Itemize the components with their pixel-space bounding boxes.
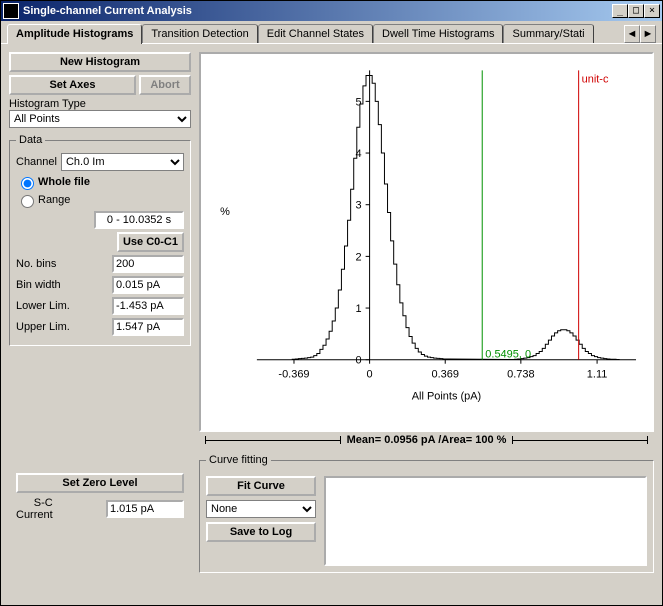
fit-curve-button[interactable]: Fit Curve: [206, 476, 316, 496]
svg-text:1.11: 1.11: [587, 369, 608, 381]
tab-transition-detection[interactable]: Transition Detection: [142, 24, 257, 43]
channel-select[interactable]: Ch.0 Im: [61, 153, 184, 171]
svg-text:0: 0: [356, 355, 362, 367]
use-cursors-button[interactable]: Use C0-C1: [117, 232, 184, 252]
lower-lim-label: Lower Lim.: [16, 300, 70, 312]
data-legend: Data: [16, 134, 45, 146]
range-radio[interactable]: [21, 195, 34, 208]
curve-fitting-legend: Curve fitting: [206, 454, 271, 466]
minimize-button[interactable]: _: [612, 4, 628, 18]
svg-text:-0.369: -0.369: [278, 369, 309, 381]
no-bins-input[interactable]: [112, 255, 184, 273]
svg-text:0.5495, 0: 0.5495, 0: [485, 349, 531, 361]
svg-text:1: 1: [356, 303, 362, 315]
tab-scroll-arrows: ◄ ►: [624, 25, 656, 43]
curve-fitting-fieldset: Curve fitting Fit Curve None Save to Log: [199, 454, 654, 573]
svg-text:2: 2: [356, 251, 362, 263]
close-button[interactable]: ×: [644, 4, 660, 18]
svg-text:unit-c: unit-c: [582, 73, 609, 85]
tab-edit-channel-states[interactable]: Edit Channel States: [258, 24, 373, 43]
set-axes-button[interactable]: Set Axes: [9, 75, 136, 95]
svg-text:%: %: [220, 206, 230, 218]
svg-text:0: 0: [367, 369, 373, 381]
tab-bar: Amplitude Histograms Transition Detectio…: [1, 21, 662, 44]
tab-scroll-right[interactable]: ►: [640, 25, 656, 43]
sc-label-2: Current: [16, 509, 53, 521]
data-fieldset: Data Channel Ch.0 Im Whole file Range: [9, 134, 191, 346]
bin-width-label: Bin width: [16, 279, 61, 291]
mean-text: Mean= 0.0956 pA /Area= 100 %: [347, 434, 507, 446]
range-input[interactable]: [94, 211, 184, 229]
maximize-button[interactable]: □: [628, 4, 644, 18]
histogram-chart[interactable]: 012345-0.36900.3690.7381.110.5495, 0unit…: [199, 52, 654, 432]
whole-file-radio[interactable]: [21, 177, 34, 190]
save-to-log-button[interactable]: Save to Log: [206, 522, 316, 542]
svg-text:3: 3: [356, 200, 362, 212]
app-window: Single-channel Current Analysis _ □ × Am…: [0, 0, 663, 606]
new-histogram-button[interactable]: New Histogram: [9, 52, 191, 72]
range-label: Range: [38, 194, 70, 206]
svg-text:0.369: 0.369: [431, 369, 458, 381]
svg-text:0.738: 0.738: [507, 369, 534, 381]
curve-log-output[interactable]: [324, 476, 647, 566]
upper-lim-input[interactable]: [112, 318, 184, 336]
histogram-type-label: Histogram Type: [9, 98, 187, 110]
svg-text:5: 5: [356, 96, 362, 108]
tab-dwell-time-histograms[interactable]: Dwell Time Histograms: [373, 24, 503, 43]
whole-file-label: Whole file: [38, 176, 90, 188]
tab-summary[interactable]: Summary/Stati: [503, 24, 593, 43]
mean-area-bar: Mean= 0.0956 pA /Area= 100 %: [199, 432, 654, 448]
titlebar[interactable]: Single-channel Current Analysis _ □ ×: [1, 1, 662, 21]
svg-text:All Points (pA): All Points (pA): [412, 391, 482, 403]
upper-lim-label: Upper Lim.: [16, 321, 70, 333]
abort-button[interactable]: Abort: [139, 75, 191, 95]
tab-amplitude-histograms[interactable]: Amplitude Histograms: [7, 24, 142, 44]
app-icon: [3, 3, 19, 19]
curve-type-select[interactable]: None: [206, 500, 316, 518]
no-bins-label: No. bins: [16, 258, 56, 270]
sc-current-input[interactable]: [106, 500, 184, 518]
set-zero-level-button[interactable]: Set Zero Level: [16, 473, 184, 493]
histogram-type-select[interactable]: All Points: [9, 110, 191, 128]
tab-scroll-left[interactable]: ◄: [624, 25, 640, 43]
window-title: Single-channel Current Analysis: [23, 5, 612, 17]
lower-lim-input[interactable]: [112, 297, 184, 315]
sc-label-1: S-C: [16, 497, 53, 509]
channel-label: Channel: [16, 156, 57, 168]
bin-width-input[interactable]: [112, 276, 184, 294]
